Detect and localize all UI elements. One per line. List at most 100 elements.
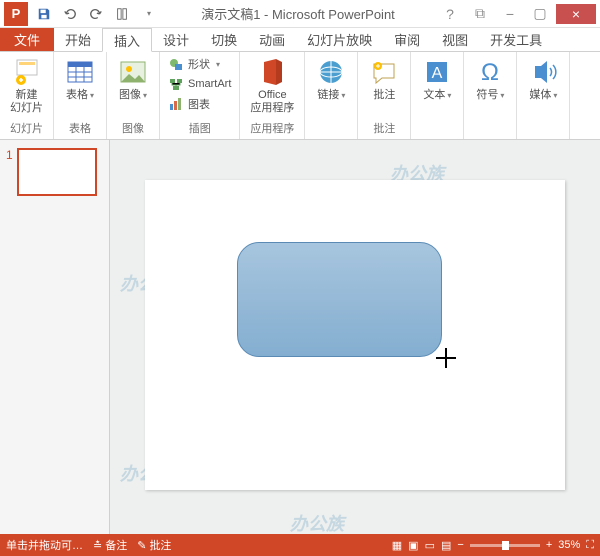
zoom-level[interactable]: 35% xyxy=(558,539,580,551)
group-images: 图像▾ 图像 xyxy=(107,52,160,139)
workspace: 1 办公族 办公族 办公族 办公族 办公族 xyxy=(0,140,600,534)
tab-review[interactable]: 审阅 xyxy=(383,28,431,51)
undo-icon[interactable] xyxy=(58,2,82,26)
link-icon xyxy=(315,56,347,88)
group-tables-label: 表格 xyxy=(58,119,102,137)
comment-label: 批注 xyxy=(373,89,395,102)
window-title: 演示文稿1 - Microsoft PowerPoint xyxy=(160,4,436,23)
shapes-button[interactable]: 形状▾ xyxy=(164,54,235,74)
slideshow-view-icon[interactable]: ▤ xyxy=(441,539,451,552)
link-label: 链接▾ xyxy=(317,89,345,102)
symbol-label: 符号▾ xyxy=(476,89,504,102)
link-button[interactable]: 链接▾ xyxy=(309,54,353,104)
tab-developer[interactable]: 开发工具 xyxy=(479,28,553,51)
group-symbol: Ω 符号▾ xyxy=(464,52,517,139)
shapes-icon xyxy=(168,56,184,72)
chart-button[interactable]: 图表 xyxy=(164,94,235,114)
zoom-in-button[interactable]: + xyxy=(546,539,552,551)
tab-animations[interactable]: 动画 xyxy=(248,28,296,51)
zoom-out-button[interactable]: − xyxy=(457,539,463,551)
group-slides-label: 幻灯片 xyxy=(4,119,49,137)
office-apps-icon xyxy=(256,56,288,88)
table-icon xyxy=(64,56,96,88)
comment-button[interactable]: 批注 xyxy=(362,54,406,104)
group-apps-label: 应用程序 xyxy=(244,119,300,137)
group-links: 链接▾ xyxy=(305,52,358,139)
media-button[interactable]: 媒体▾ xyxy=(521,54,565,104)
normal-view-icon[interactable]: ▦ xyxy=(392,539,402,552)
watermark: 办公族 xyxy=(290,510,344,534)
images-button[interactable]: 图像▾ xyxy=(111,54,155,104)
comment-icon xyxy=(368,56,400,88)
qat-dropdown-icon[interactable]: ▾ xyxy=(136,2,160,26)
media-icon xyxy=(527,56,559,88)
save-icon[interactable] xyxy=(32,2,56,26)
cursor-crosshair xyxy=(436,348,456,368)
image-icon xyxy=(117,56,149,88)
rounded-rectangle-shape[interactable] xyxy=(237,242,442,357)
slide[interactable] xyxy=(145,180,565,490)
close-button[interactable]: × xyxy=(556,4,596,24)
comments-button[interactable]: ✎ 批注 xyxy=(137,537,171,553)
svg-text:Ω: Ω xyxy=(481,59,499,86)
window-controls: ? ⧉ − ▢ × xyxy=(436,4,596,24)
new-slide-label: 新建幻灯片 xyxy=(10,89,43,115)
ribbon-display-button[interactable]: ⧉ xyxy=(466,4,494,24)
notes-button[interactable]: ≛ 备注 xyxy=(93,537,127,553)
group-illustrations: 形状▾ SmartArt 图表 插图 xyxy=(160,52,240,139)
group-links-label xyxy=(309,123,353,137)
group-comments: 批注 批注 xyxy=(358,52,411,139)
slide-canvas-area[interactable]: 办公族 办公族 办公族 办公族 办公族 xyxy=(110,140,600,534)
text-button[interactable]: A 文本▾ xyxy=(415,54,459,104)
group-images-label: 图像 xyxy=(111,119,155,137)
tab-insert[interactable]: 插入 xyxy=(102,28,152,52)
status-message: 单击并拖动可… xyxy=(6,537,83,553)
file-tab[interactable]: 文件 xyxy=(0,28,54,51)
tab-slideshow[interactable]: 幻灯片放映 xyxy=(296,28,383,51)
quick-access-toolbar: ▾ xyxy=(32,2,160,26)
tab-home[interactable]: 开始 xyxy=(54,28,102,51)
minimize-button[interactable]: − xyxy=(496,4,524,24)
group-tables: 表格▾ 表格 xyxy=(54,52,107,139)
image-label: 图像▾ xyxy=(119,89,147,102)
new-slide-button[interactable]: 新建幻灯片 xyxy=(4,54,49,117)
text-icon: A xyxy=(421,56,453,88)
sorter-view-icon[interactable]: ▣ xyxy=(408,539,418,552)
symbol-icon: Ω xyxy=(474,56,506,88)
office-apps-button[interactable]: Office应用程序 xyxy=(244,54,300,117)
fit-window-icon[interactable]: ⛶ xyxy=(586,539,594,552)
media-label: 媒体▾ xyxy=(529,89,557,102)
slide-thumbnail-panel: 1 xyxy=(0,140,110,534)
slide-thumbnail[interactable]: 1 xyxy=(6,148,103,196)
statusbar: 单击并拖动可… ≛ 备注 ✎ 批注 ▦ ▣ ▭ ▤ − + 35% ⛶ xyxy=(0,534,600,556)
text-label: 文本▾ xyxy=(423,89,451,102)
table-label: 表格▾ xyxy=(66,89,94,102)
group-slides: 新建幻灯片 幻灯片 xyxy=(0,52,54,139)
table-button[interactable]: 表格▾ xyxy=(58,54,102,104)
titlebar: P ▾ 演示文稿1 - Microsoft PowerPoint ? ⧉ − ▢… xyxy=(0,0,600,28)
touch-mode-icon[interactable] xyxy=(110,2,134,26)
app-icon: P xyxy=(4,2,28,26)
symbol-button[interactable]: Ω 符号▾ xyxy=(468,54,512,104)
reading-view-icon[interactable]: ▭ xyxy=(425,539,435,552)
group-comments-label: 批注 xyxy=(362,119,406,137)
maximize-button[interactable]: ▢ xyxy=(526,4,554,24)
ribbon-tabs: 文件 开始 插入 设计 切换 动画 幻灯片放映 审阅 视图 开发工具 xyxy=(0,28,600,52)
group-illustrations-label: 插图 xyxy=(164,119,235,137)
slide-number: 1 xyxy=(6,148,13,196)
ribbon: 新建幻灯片 幻灯片 表格▾ 表格 图像▾ 图像 形状▾ SmartArt 图表 xyxy=(0,52,600,140)
tab-design[interactable]: 设计 xyxy=(152,28,200,51)
chart-icon xyxy=(168,96,184,112)
group-apps: Office应用程序 应用程序 xyxy=(240,52,305,139)
svg-text:A: A xyxy=(432,65,443,82)
tab-transitions[interactable]: 切换 xyxy=(200,28,248,51)
office-apps-label: Office应用程序 xyxy=(250,89,294,115)
smartart-icon xyxy=(168,76,184,92)
group-media: 媒体▾ xyxy=(517,52,570,139)
new-slide-icon xyxy=(11,56,43,88)
zoom-slider[interactable] xyxy=(470,544,540,547)
help-button[interactable]: ? xyxy=(436,4,464,24)
redo-icon[interactable] xyxy=(84,2,108,26)
tab-view[interactable]: 视图 xyxy=(431,28,479,51)
smartart-button[interactable]: SmartArt xyxy=(164,74,235,94)
